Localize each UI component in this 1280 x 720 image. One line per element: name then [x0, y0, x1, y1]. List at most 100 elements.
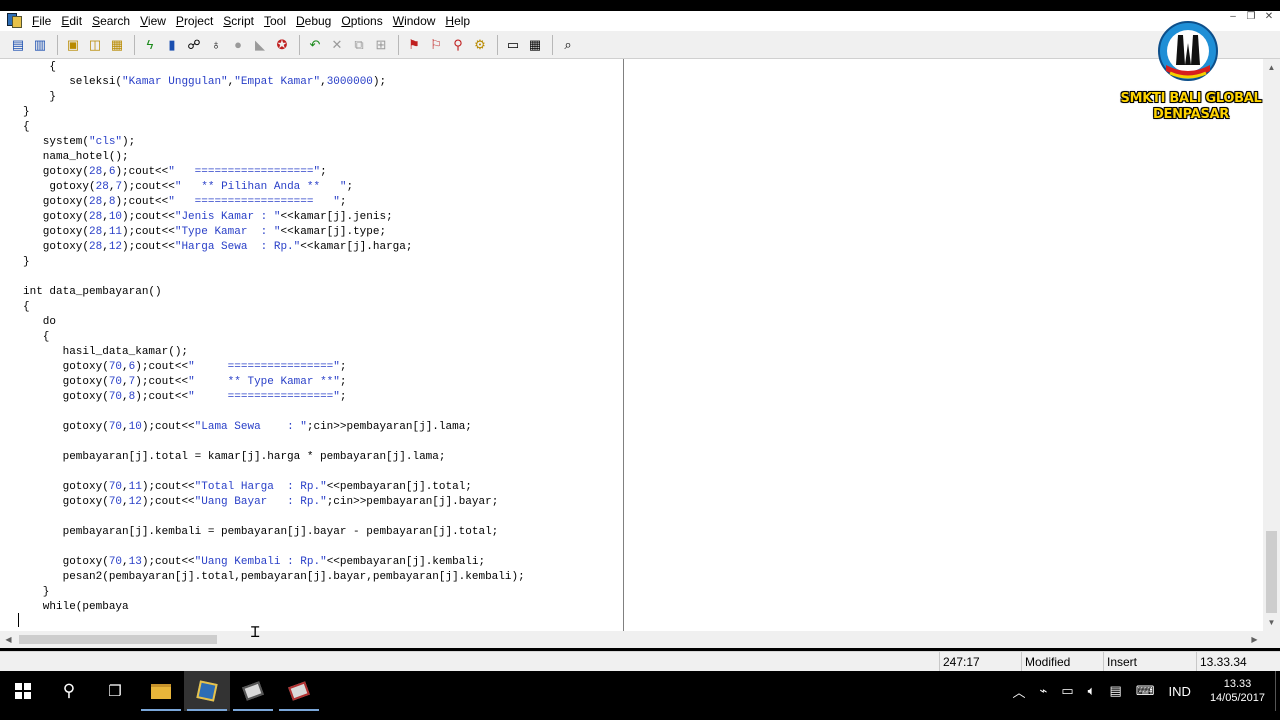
- debug-icon[interactable]: ●: [228, 35, 248, 55]
- goto-icon[interactable]: ⚲: [448, 35, 468, 55]
- code-line[interactable]: [23, 435, 525, 450]
- code-line[interactable]: }: [23, 585, 525, 600]
- code-editor[interactable]: { seleksi("Kamar Unggulan","Empat Kamar"…: [0, 59, 1280, 631]
- start-icon[interactable]: [0, 671, 46, 711]
- code-line[interactable]: gotoxy(70,8);cout<<" ================";: [23, 390, 525, 405]
- network-icon[interactable]: ⌁: [1040, 683, 1048, 699]
- paste-icon[interactable]: ⊞: [371, 35, 391, 55]
- volume-icon[interactable]: 🔈︎: [1088, 683, 1096, 699]
- code-line[interactable]: gotoxy(70,10);cout<<"Lama Sewa : ";cin>>…: [23, 420, 525, 435]
- task-view-icon[interactable]: ❐: [92, 671, 138, 711]
- replace-icon[interactable]: ⚐: [426, 35, 446, 55]
- menu-search[interactable]: Search: [87, 11, 135, 31]
- new-file-icon[interactable]: ▤: [8, 35, 28, 55]
- code-line[interactable]: nama_hotel();: [23, 150, 525, 165]
- file-explorer-icon[interactable]: [138, 671, 184, 711]
- code-line[interactable]: pembayaran[j].total = kamar[j].harga * p…: [23, 450, 525, 465]
- code-line[interactable]: {: [23, 330, 525, 345]
- undo-icon[interactable]: ↶: [305, 35, 325, 55]
- code-line[interactable]: {: [23, 300, 525, 315]
- scroll-down-icon[interactable]: ▼: [1263, 614, 1280, 631]
- code-line[interactable]: gotoxy(70,11);cout<<"Total Harga : Rp."<…: [23, 480, 525, 495]
- bookmark-icon[interactable]: ⚙: [470, 35, 490, 55]
- open-file-icon[interactable]: ▥: [30, 35, 50, 55]
- scroll-left-icon[interactable]: ◀: [0, 631, 17, 648]
- scroll-right-icon[interactable]: ▶: [1246, 631, 1263, 648]
- code-line[interactable]: int data_pembayaran(): [23, 285, 525, 300]
- chevron-up-icon[interactable]: ︿: [1013, 682, 1026, 701]
- show-desktop-button[interactable]: [1275, 671, 1280, 711]
- menu-options[interactable]: Options: [336, 11, 387, 31]
- menu-help[interactable]: Help: [440, 11, 475, 31]
- code-line[interactable]: [23, 510, 525, 525]
- clock[interactable]: 13.33 14/05/2017: [1210, 677, 1265, 705]
- code-line[interactable]: gotoxy(70,13);cout<<"Uang Kembali : Rp."…: [23, 555, 525, 570]
- vertical-scrollbar[interactable]: ▲ ▼: [1263, 59, 1280, 631]
- menu-script[interactable]: Script: [218, 11, 259, 31]
- compile-icon[interactable]: ϟ: [140, 35, 160, 55]
- profile-icon[interactable]: ✪: [272, 35, 292, 55]
- cut-icon[interactable]: ✕: [327, 35, 347, 55]
- project-options-icon[interactable]: ▦: [525, 35, 545, 55]
- menu-window[interactable]: Window: [388, 11, 441, 31]
- code-line[interactable]: gotoxy(70,6);cout<<" ================";: [23, 360, 525, 375]
- code-line[interactable]: gotoxy(28,11);cout<<"Type Kamar : "<<kam…: [23, 225, 525, 240]
- code-line[interactable]: [23, 270, 525, 285]
- code-line[interactable]: gotoxy(70,7);cout<<" ** Type Kamar **";: [23, 375, 525, 390]
- print-icon[interactable]: ▦: [107, 35, 127, 55]
- copy-icon[interactable]: ⧉: [349, 35, 369, 55]
- code-line[interactable]: gotoxy(70,12);cout<<"Uang Bayar : Rp.";c…: [23, 495, 525, 510]
- code-line[interactable]: {: [23, 120, 525, 135]
- run-icon[interactable]: ▮: [162, 35, 182, 55]
- find-icon[interactable]: ⚑: [404, 35, 424, 55]
- devcpp-window: File Edit Search View Project Script Tool Debug…: [0, 0, 1280, 720]
- app-icon[interactable]: [5, 12, 23, 30]
- menu-tool[interactable]: Tool: [259, 11, 291, 31]
- search-icon[interactable]: ⚲: [46, 671, 92, 711]
- code-line[interactable]: [23, 465, 525, 480]
- save-all-icon[interactable]: ◫: [85, 35, 105, 55]
- code-line[interactable]: seleksi("Kamar Unggulan","Empat Kamar",3…: [23, 75, 525, 90]
- vertical-scroll-thumb[interactable]: [1266, 531, 1277, 613]
- code-line[interactable]: [23, 540, 525, 555]
- code-line[interactable]: gotoxy(28,8);cout<<" ================== …: [23, 195, 525, 210]
- rebuild-icon[interactable]: ♁: [206, 35, 226, 55]
- menu-file[interactable]: File: [27, 11, 56, 31]
- menu-project[interactable]: Project: [171, 11, 218, 31]
- stop-icon[interactable]: ◣: [250, 35, 270, 55]
- code-line[interactable]: {: [23, 60, 525, 75]
- app-icon-2[interactable]: [230, 671, 276, 711]
- code-line[interactable]: gotoxy(28,6);cout<<" =================="…: [23, 165, 525, 180]
- code-line[interactable]: }: [23, 90, 525, 105]
- class-browser-icon[interactable]: ▭: [503, 35, 523, 55]
- code-line[interactable]: gotoxy(28,10);cout<<"Jenis Kamar : "<<ka…: [23, 210, 525, 225]
- app-icon-3[interactable]: [276, 671, 322, 711]
- language-indicator[interactable]: IND: [1169, 684, 1191, 699]
- system-tray: ︿ ⌁ ▭ 🔈︎ ▤ ⌨ IND 13.33 14/05/2017: [1006, 671, 1280, 711]
- status-time: 13.33.34: [1196, 652, 1280, 672]
- code-line[interactable]: system("cls");: [23, 135, 525, 150]
- horizontal-scrollbar[interactable]: ◀ ▶: [0, 631, 1263, 648]
- code-line[interactable]: do: [23, 315, 525, 330]
- code-line[interactable]: gotoxy(28,12);cout<<"Harga Sewa : Rp."<<…: [23, 240, 525, 255]
- code-line[interactable]: hasil_data_kamar();: [23, 345, 525, 360]
- code-line[interactable]: pesan2(pembayaran[j].total,pembayaran[j]…: [23, 570, 525, 585]
- save-icon[interactable]: ▣: [63, 35, 83, 55]
- code-line[interactable]: gotoxy(28,7);cout<<" ** Pilihan Anda ** …: [23, 180, 525, 195]
- code-line[interactable]: while(pembaya: [23, 600, 525, 615]
- menu-debug[interactable]: Debug: [291, 11, 336, 31]
- help-icon[interactable]: ⌕: [558, 35, 578, 55]
- code-text[interactable]: { seleksi("Kamar Unggulan","Empat Kamar"…: [23, 60, 525, 615]
- code-line[interactable]: }: [23, 105, 525, 120]
- keyboard-icon[interactable]: ⌨: [1136, 683, 1155, 699]
- battery-icon[interactable]: ▭: [1061, 683, 1073, 699]
- compile-run-icon[interactable]: ☍: [184, 35, 204, 55]
- code-line[interactable]: [23, 405, 525, 420]
- menu-view[interactable]: View: [135, 11, 171, 31]
- menu-edit[interactable]: Edit: [56, 11, 87, 31]
- code-line[interactable]: }: [23, 255, 525, 270]
- devcpp-taskbar-icon[interactable]: [184, 671, 230, 711]
- code-line[interactable]: pembayaran[j].kembali = pembayaran[j].ba…: [23, 525, 525, 540]
- notification-icon[interactable]: ▤: [1109, 683, 1121, 699]
- horizontal-scroll-thumb[interactable]: [19, 635, 217, 644]
